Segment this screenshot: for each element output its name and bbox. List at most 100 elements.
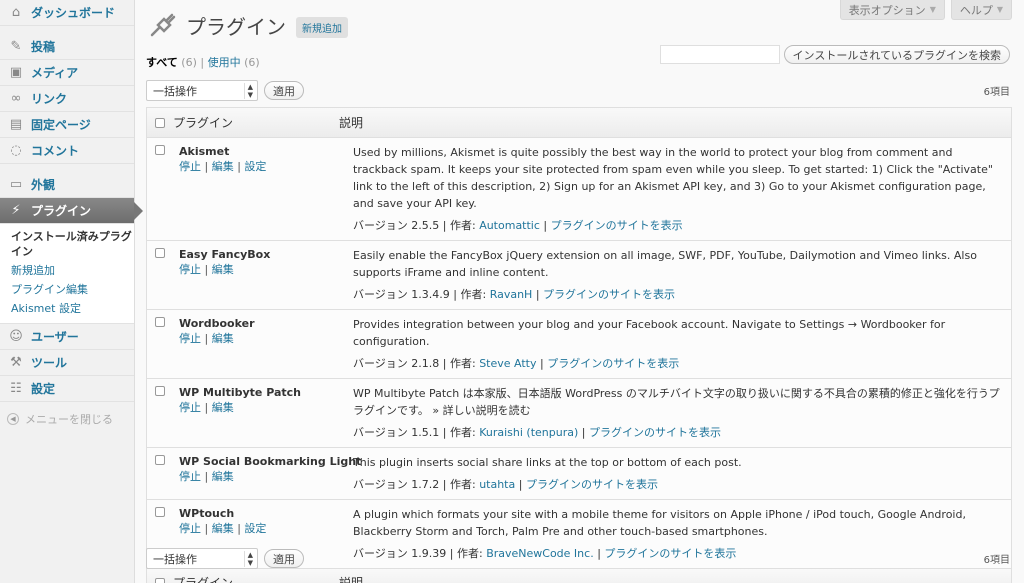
select-all-checkbox-footer[interactable] xyxy=(155,577,165,583)
plugin-action-link[interactable]: 編集 xyxy=(212,332,234,345)
table-footer: プラグイン 説明 xyxy=(147,569,1011,583)
meta-separator: | xyxy=(543,219,551,232)
house-icon: ⌂ xyxy=(11,5,21,20)
menu-label: 外観 xyxy=(31,178,56,192)
column-header-description: 説明 xyxy=(339,116,364,130)
plugin-action-link[interactable]: 編集 xyxy=(212,470,234,483)
menu-comments[interactable]: ◌ コメント xyxy=(0,138,134,164)
plugin-description: WP Multibyte Patch は本家版、日本語版 WordPress の… xyxy=(353,387,1000,417)
plugin-version: バージョン 1.7.2 xyxy=(353,478,440,491)
search-input[interactable] xyxy=(659,45,780,64)
search-plugins-button[interactable]: インストールされているプラグインを検索 xyxy=(783,45,1010,64)
plugin-meta: バージョン 1.5.1 | 作者: Kuraishi (tenpura) | プ… xyxy=(353,425,1003,441)
submenu-akismet-settings[interactable]: Akismet 設定 xyxy=(11,299,134,318)
plugin-action-link[interactable]: 編集 xyxy=(212,263,234,276)
menu-links[interactable]: ∞ リンク xyxy=(0,86,134,112)
column-header-plugin: プラグイン xyxy=(173,116,234,130)
apply-button-bottom[interactable]: 適用 xyxy=(264,549,304,568)
comment-icon: ◌ xyxy=(10,143,22,158)
plugin-author-link[interactable]: Steve Atty xyxy=(479,357,536,370)
page-title: プラグイン xyxy=(186,14,286,39)
screen-options-tab[interactable]: 表示オプション ▼ xyxy=(839,0,945,20)
menu-label: メディア xyxy=(31,66,79,80)
plugin-meta: バージョン 2.1.8 | 作者: Steve Atty | プラグインのサイト… xyxy=(353,356,1003,372)
help-tab[interactable]: ヘルプ ▼ xyxy=(950,0,1012,20)
plugin-author-link[interactable]: Kuraishi (tenpura) xyxy=(479,426,578,439)
plugin-checkbox[interactable] xyxy=(155,145,165,155)
items-count-bottom: 6項目 xyxy=(983,555,1010,566)
menu-label: ユーザー xyxy=(31,330,79,344)
screen-options-label: 表示オプション xyxy=(848,3,926,17)
plugin-action-link[interactable]: 設定 xyxy=(244,522,266,535)
plugin-site-link[interactable]: プラグインのサイトを表示 xyxy=(547,357,679,370)
filter-all[interactable]: すべて xyxy=(146,56,178,69)
plugin-actions: 停止 | 編集 xyxy=(179,331,339,347)
plugin-author-link[interactable]: RavanH xyxy=(490,288,533,301)
plugin-author-link[interactable]: utahta xyxy=(479,478,515,491)
plugin-site-link[interactable]: プラグインのサイトを表示 xyxy=(526,478,658,491)
plugin-checkbox[interactable] xyxy=(155,455,165,465)
plugin-action-link[interactable]: 設定 xyxy=(244,160,266,173)
bulk-action-select[interactable]: 一括操作 ▲ ▼ xyxy=(146,80,258,101)
bulk-action-value: 一括操作 xyxy=(153,84,197,98)
plugin-action-link[interactable]: 編集 xyxy=(212,160,234,173)
plugin-action-link[interactable]: 停止 xyxy=(179,470,201,483)
menu-tools[interactable]: ⚒ ツール xyxy=(0,350,134,376)
select-all-checkbox[interactable] xyxy=(155,117,165,128)
menu-settings[interactable]: ☷ 設定 xyxy=(0,376,134,402)
add-new-button[interactable]: 新規追加 xyxy=(296,16,348,38)
plugin-action-link[interactable]: 停止 xyxy=(179,160,201,173)
menu-users[interactable]: ☺ ユーザー xyxy=(0,324,134,350)
plugin-actions: 停止 | 編集 | 設定 xyxy=(179,521,339,537)
plugin-site-link[interactable]: プラグインのサイトを表示 xyxy=(589,426,721,439)
plugin-action-link[interactable]: 停止 xyxy=(179,263,201,276)
apply-button[interactable]: 適用 xyxy=(264,81,304,100)
author-label: 作者: xyxy=(460,288,487,301)
plugin-site-link[interactable]: プラグインのサイトを表示 xyxy=(543,288,675,301)
chevron-down-icon: ▼ xyxy=(929,5,936,14)
plugin-action-link[interactable]: 停止 xyxy=(179,332,201,345)
plugin-checkbox[interactable] xyxy=(155,317,165,327)
menu-posts[interactable]: ✎ 投稿 xyxy=(0,34,134,60)
menu-media[interactable]: ▣ メディア xyxy=(0,60,134,86)
items-count: 6項目 xyxy=(983,87,1010,98)
plugin-action-link[interactable]: 編集 xyxy=(212,401,234,414)
filter-active[interactable]: 使用中 xyxy=(208,56,241,69)
filter-all-count: (6) xyxy=(181,56,197,69)
plugin-name: Easy FancyBox xyxy=(179,248,271,261)
chevron-down-icon: ▼ xyxy=(996,5,1003,14)
plugin-checkbox[interactable] xyxy=(155,386,165,396)
tools-icon: ⚒ xyxy=(10,355,22,370)
plugin-meta: バージョン 2.5.5 | 作者: Automattic | プラグインのサイト… xyxy=(353,218,1003,234)
select-arrows-icon: ▲ ▼ xyxy=(243,550,253,567)
plugin-description: A plugin which formats your site with a … xyxy=(353,508,966,538)
action-separator: | xyxy=(201,263,212,276)
menu-appearance[interactable]: ▭ 外観 xyxy=(0,172,134,198)
plugin-checkbox[interactable] xyxy=(155,507,165,517)
action-separator: | xyxy=(233,160,245,173)
plugin-version: バージョン 2.5.5 xyxy=(353,219,440,232)
plugin-version: バージョン 2.1.8 xyxy=(353,357,440,370)
menu-plugins[interactable]: ⚡ プラグイン xyxy=(0,198,143,224)
plugin-meta: バージョン 1.7.2 | 作者: utahta | プラグインのサイトを表示 xyxy=(353,477,1003,493)
submenu-installed-plugins[interactable]: インストール済みプラグイン xyxy=(11,229,134,259)
plugin-action-link[interactable]: 編集 xyxy=(212,522,234,535)
submenu-plugin-editor[interactable]: プラグイン編集 xyxy=(11,280,134,299)
meta-separator: | xyxy=(518,478,526,491)
menu-pages[interactable]: ▤ 固定ページ xyxy=(0,112,134,138)
column-footer-plugin: プラグイン xyxy=(173,576,234,583)
plugin-action-link[interactable]: 停止 xyxy=(179,522,201,535)
plugin-site-link[interactable]: プラグインのサイトを表示 xyxy=(551,219,683,232)
plugin-checkbox[interactable] xyxy=(155,248,165,258)
author-label: 作者: xyxy=(449,426,476,439)
submenu-add-new[interactable]: 新規追加 xyxy=(11,261,134,280)
plugin-action-link[interactable]: 停止 xyxy=(179,401,201,414)
menu-dashboard[interactable]: ⌂ ダッシュボード xyxy=(0,0,134,26)
action-separator: | xyxy=(233,522,245,535)
collapse-menu[interactable]: ◀ メニューを閉じる xyxy=(0,402,134,427)
plugin-author-link[interactable]: Automattic xyxy=(479,219,540,232)
action-separator: | xyxy=(201,332,212,345)
bulk-action-select-bottom[interactable]: 一括操作 ▲ ▼ xyxy=(146,548,258,569)
plugin-actions: 停止 | 編集 xyxy=(179,469,339,485)
appearance-icon: ▭ xyxy=(9,177,23,192)
